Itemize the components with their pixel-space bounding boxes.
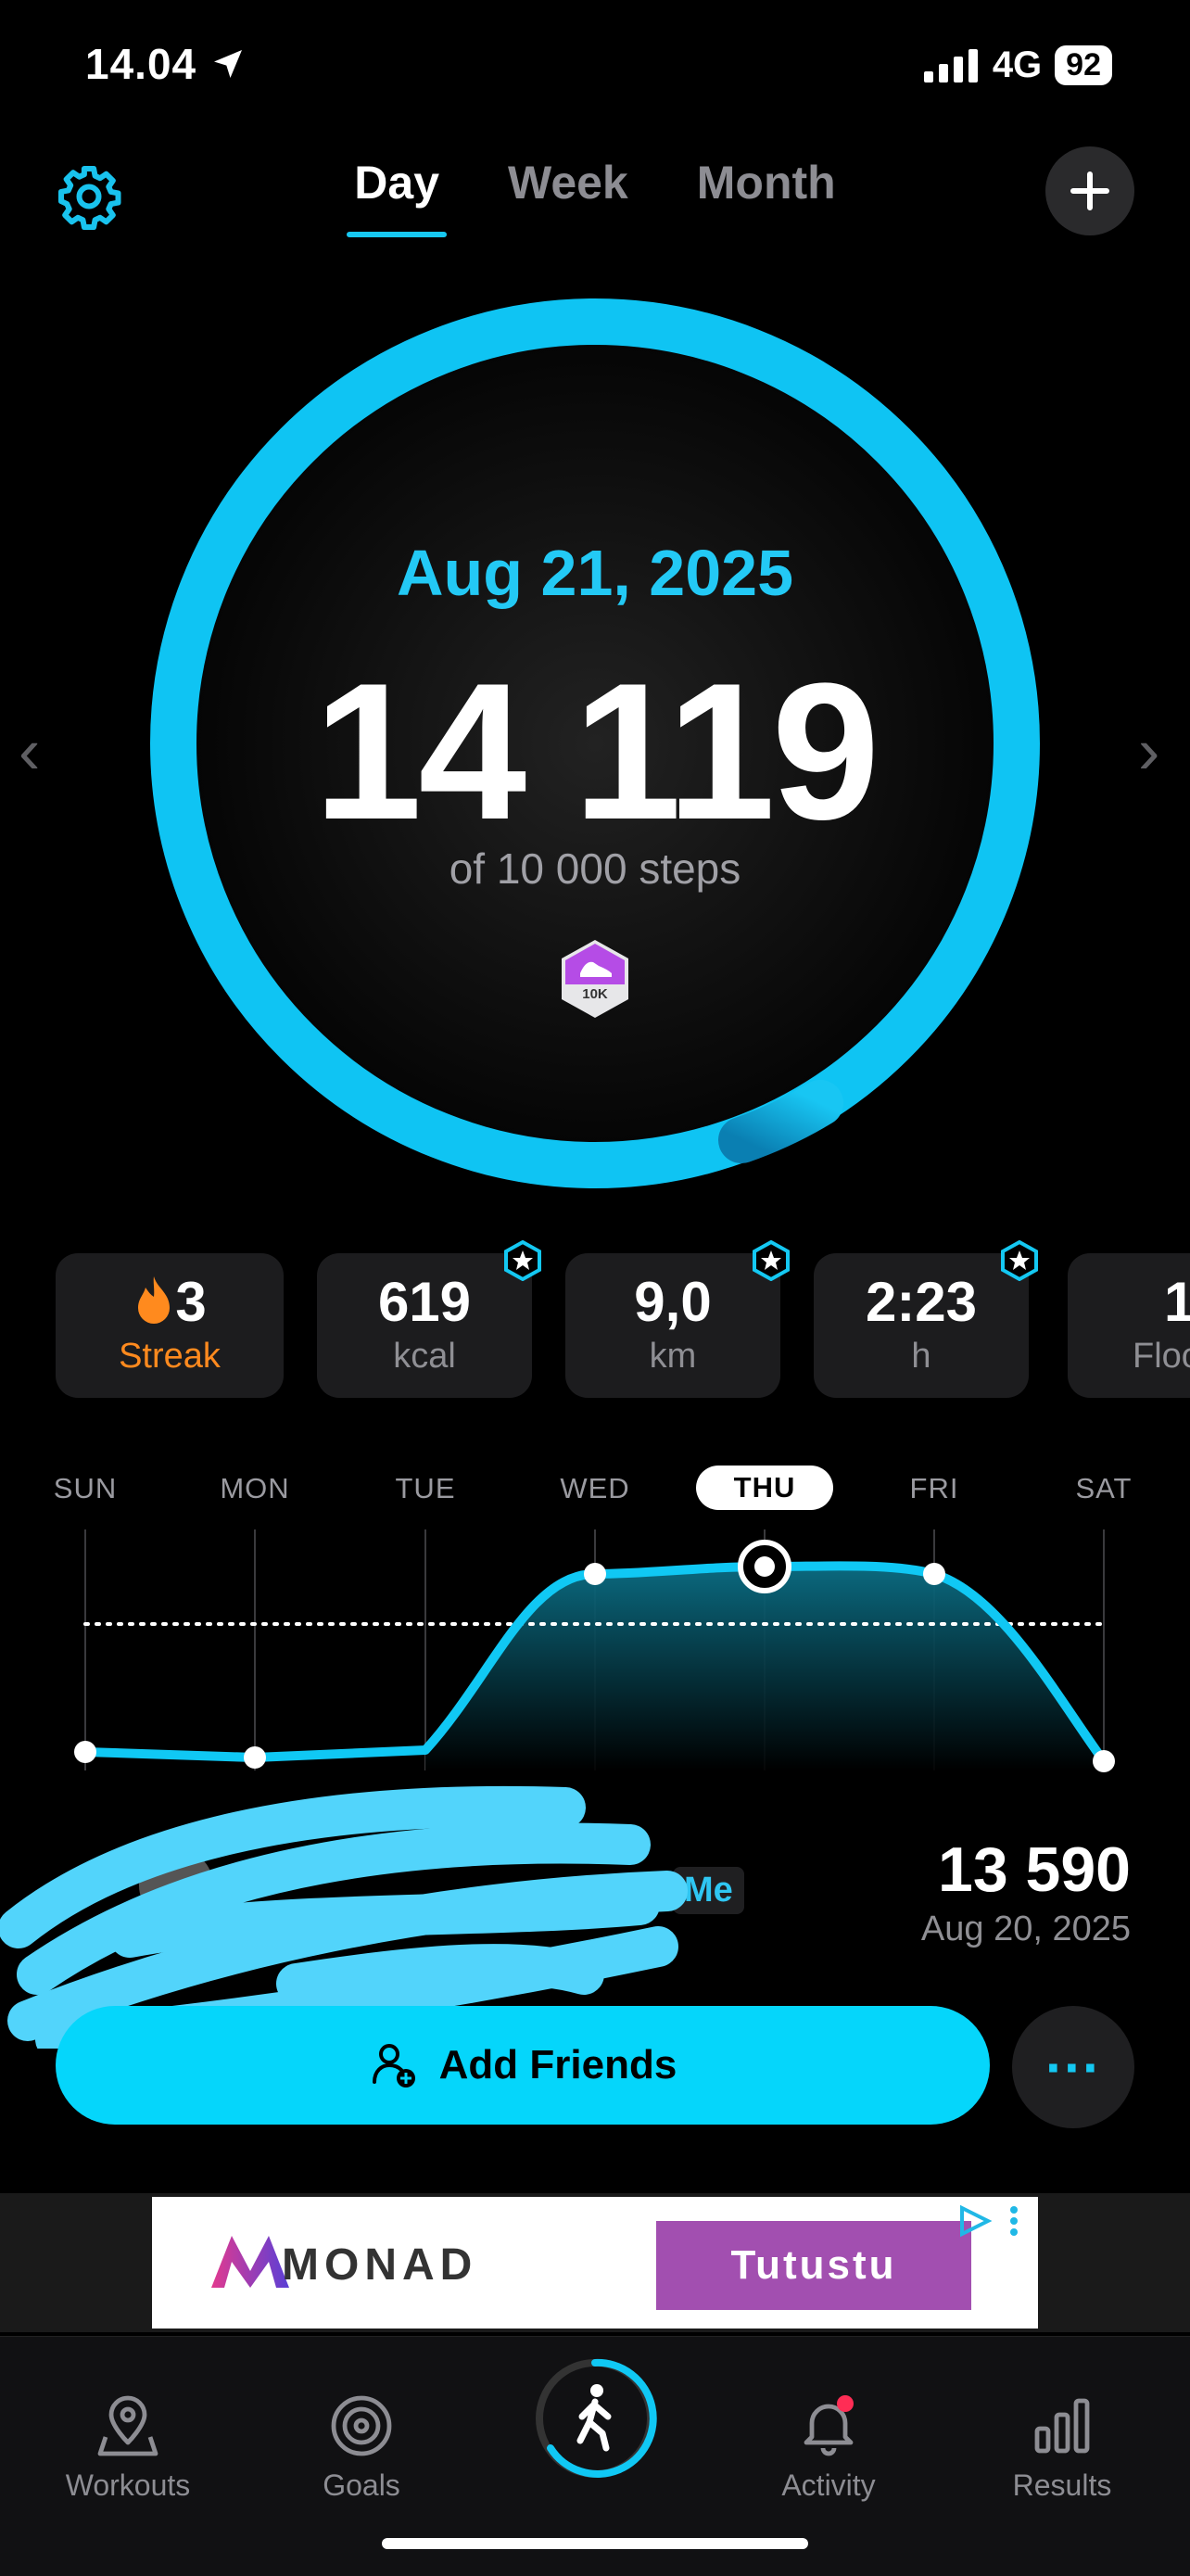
tab-activity[interactable]: Activity (727, 2392, 930, 2503)
network-type: 4G (992, 44, 1043, 85)
tab-workouts[interactable]: Workouts (26, 2392, 230, 2503)
battery-level: 92 (1055, 45, 1112, 85)
leaderboard-date: Aug 20, 2025 (920, 1910, 1131, 1948)
scribble-redaction (0, 1785, 688, 2049)
stat-cards: 3 Streak 619 kcal 9,0 km 2:23 h (56, 1240, 1038, 1398)
tab-results[interactable]: Results (960, 2392, 1164, 2503)
plus-icon (1070, 171, 1109, 210)
duration-label: h (911, 1337, 931, 1376)
period-tabs: Day Week Month (0, 156, 1190, 237)
ad-cta-button[interactable]: Tutustu (656, 2221, 971, 2310)
day-label-wed[interactable]: WED (539, 1472, 651, 1505)
flame-icon (138, 1276, 171, 1324)
status-right: 4G 92 (923, 44, 1112, 86)
add-person-icon (372, 2044, 415, 2087)
tab-week[interactable]: Week (508, 156, 628, 209)
signal-icon (923, 48, 978, 82)
location-arrow-icon (213, 50, 242, 78)
step-count: 14 119 (313, 642, 880, 860)
distance-value: 9,0 (634, 1271, 712, 1333)
tab-steps-center[interactable] (532, 2355, 658, 2481)
10k-badge-label: 10K (582, 986, 608, 1002)
ad-brand: MONAD (282, 2240, 478, 2290)
map-pin-icon (97, 2395, 158, 2456)
home-indicator (382, 2538, 808, 2549)
ad-banner[interactable]: MONAD Tutustu (152, 2197, 1038, 2329)
monad-logo-icon (211, 2236, 289, 2288)
day-label-fri[interactable]: FRI (879, 1472, 990, 1505)
day-label-mon[interactable]: MON (199, 1472, 310, 1505)
10k-shoe-badge-icon (562, 940, 628, 1018)
tab-month[interactable]: Month (697, 156, 836, 209)
tab-day[interactable]: Day (347, 156, 447, 237)
step-goal: of 10 000 steps (449, 844, 741, 893)
bell-icon (804, 2395, 854, 2456)
streak-value: 3 (175, 1271, 207, 1333)
day-label-sun[interactable]: SUN (30, 1472, 141, 1505)
add-button[interactable] (1045, 146, 1134, 235)
walking-person-icon (536, 2358, 657, 2478)
floors-value: 1 (1164, 1271, 1190, 1333)
more-options-button[interactable]: ··· (1012, 2006, 1134, 2128)
tab-goals[interactable]: Goals (260, 2392, 463, 2503)
star-badge-icon (1001, 1240, 1038, 1281)
status-time: 14.04 (85, 39, 247, 89)
streak-card[interactable]: 3 Streak (56, 1253, 284, 1398)
calories-card[interactable]: 619 kcal (317, 1240, 541, 1398)
duration-card[interactable]: 2:23 h (814, 1240, 1038, 1398)
day-label-tue[interactable]: TUE (370, 1472, 481, 1505)
ad-choices-icon[interactable] (956, 2202, 1031, 2240)
star-badge-icon (504, 1240, 541, 1281)
star-badge-icon (753, 1240, 790, 1281)
add-friends-button[interactable]: Add Friends (56, 2006, 990, 2125)
more-dots-icon: ··· (1045, 2036, 1101, 2099)
add-friends-label: Add Friends (438, 2042, 677, 2087)
day-label-sat[interactable]: SAT (1048, 1472, 1159, 1505)
distance-card[interactable]: 9,0 km (565, 1240, 790, 1398)
calories-value: 619 (377, 1271, 472, 1333)
calories-label: kcal (393, 1337, 456, 1376)
leaderboard-steps: 13 590 (938, 1834, 1131, 1905)
floors-card[interactable]: 1 Floo (1068, 1253, 1190, 1398)
10k-badge[interactable]: 10K (560, 938, 630, 1020)
floors-label: Floo (1133, 1337, 1190, 1376)
bar-chart-icon (1034, 2398, 1090, 2454)
target-icon (331, 2395, 392, 2456)
selected-date: Aug 21, 2025 (397, 537, 793, 609)
distance-label: km (649, 1337, 697, 1376)
duration-value: 2:23 (865, 1271, 978, 1333)
streak-label: Streak (119, 1337, 221, 1376)
day-label-thu[interactable]: THU (696, 1466, 833, 1510)
